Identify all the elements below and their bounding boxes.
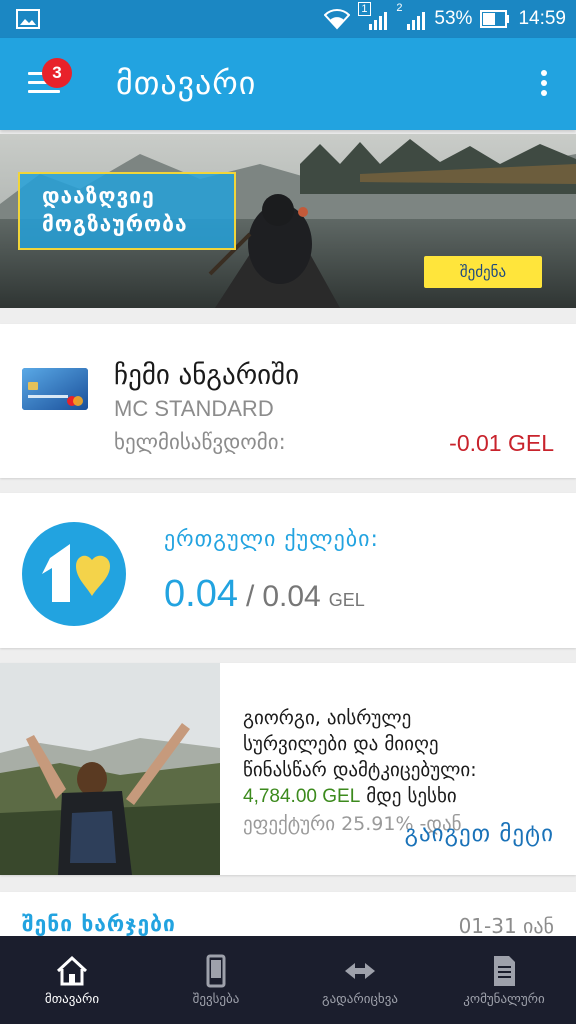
sim2-label: 2 bbox=[396, 2, 403, 14]
loyalty-points-card[interactable]: ერთგული ქულები: 0.04 / 0.04 GEL bbox=[0, 493, 576, 648]
nav-item-home[interactable]: მთავარი bbox=[0, 936, 144, 1024]
loyalty-total: 0.04 bbox=[262, 580, 321, 613]
bank-card-icon bbox=[22, 368, 88, 410]
gallery-notification-icon bbox=[16, 9, 40, 29]
status-indicators: 1 2 53% 14:59 bbox=[324, 0, 566, 38]
loyalty-unit: GEL bbox=[328, 590, 365, 610]
page-title: მთავარი bbox=[116, 64, 257, 102]
nav-item-transfer[interactable]: გადარიცხვა bbox=[288, 936, 432, 1024]
sim2-signal-icon: 2 bbox=[396, 2, 426, 30]
promo-banner[interactable]: დააზღვიე მოგზაურობა შეძენა bbox=[0, 134, 576, 308]
nav-item-utilities[interactable]: კომუნალური bbox=[432, 936, 576, 1024]
battery-percent: 53% bbox=[434, 8, 473, 29]
status-bar: 1 2 53% 14:59 bbox=[0, 0, 576, 38]
expenses-date-range: 01-31 იან bbox=[458, 914, 554, 938]
loyalty-heart-icon bbox=[22, 522, 126, 626]
loyalty-separator: / bbox=[245, 580, 255, 613]
more-options-icon[interactable] bbox=[540, 68, 548, 98]
battery-icon bbox=[480, 10, 510, 28]
account-title: ჩემი ანგარიში bbox=[114, 360, 300, 391]
loyalty-points: 0.04 / 0.04 GEL bbox=[164, 573, 365, 616]
nav-label-topup: შევსება bbox=[192, 992, 240, 1007]
account-balance: -0.01 GEL bbox=[449, 430, 554, 456]
offer-line-2: სურვილები და მიიღე bbox=[243, 733, 439, 755]
loyalty-title: ერთგული ქულები: bbox=[164, 527, 379, 552]
offer-line-3: წინასწარ დამტკიცებული: bbox=[243, 759, 477, 781]
transfer-icon bbox=[345, 963, 375, 979]
buy-button[interactable]: შეძენა bbox=[424, 256, 542, 288]
clock: 14:59 bbox=[518, 8, 566, 29]
promo-line-1: დააზღვიე bbox=[42, 184, 155, 208]
promo-line-2: მოგზაურობა bbox=[42, 212, 188, 236]
nav-label-utilities: კომუნალური bbox=[463, 992, 545, 1007]
home-icon bbox=[56, 955, 88, 986]
notification-badge: 3 bbox=[42, 58, 72, 88]
sim1-signal-icon: 1 bbox=[358, 2, 388, 30]
offer-line-1: გიორგი, აისრულე bbox=[243, 707, 412, 729]
my-account-card[interactable]: ჩემი ანგარიში MC STANDARD ხელმისაწვდომი:… bbox=[0, 324, 576, 478]
available-label: ხელმისაწვდომი: bbox=[114, 430, 286, 454]
app-bar: 3 მთავარი bbox=[0, 38, 576, 130]
promo-headline: დააზღვიე მოგზაურობა bbox=[18, 172, 236, 250]
learn-more-link[interactable]: გაიგეთ მეტი bbox=[405, 821, 554, 847]
nav-label-transfer: გადარიცხვა bbox=[322, 992, 398, 1007]
offer-line-4: 4,784.00 GEL მდე სესხი bbox=[243, 783, 563, 810]
bill-icon bbox=[494, 956, 515, 986]
nav-label-home: მთავარი bbox=[44, 992, 100, 1007]
loyalty-current: 0.04 bbox=[164, 573, 238, 615]
phone-icon bbox=[206, 954, 226, 988]
card-type: MC STANDARD bbox=[114, 396, 274, 421]
bottom-navigation: მთავარი შევსება გადარიცხვა კომუნალური bbox=[0, 936, 576, 1024]
loan-offer-card[interactable]: გიორგი, აისრულე სურვილები და მიიღე წინას… bbox=[0, 663, 576, 875]
offer-text: გიორგი, აისრულე სურვილები და მიიღე წინას… bbox=[243, 705, 563, 810]
offer-amount-suffix: მდე სესხი bbox=[360, 785, 457, 807]
nav-item-topup[interactable]: შევსება bbox=[144, 936, 288, 1024]
offer-photo bbox=[0, 663, 220, 875]
offer-amount: 4,784.00 GEL bbox=[243, 786, 361, 807]
wifi-icon bbox=[324, 9, 351, 30]
expenses-title: შენი ხარჯები bbox=[22, 912, 176, 936]
